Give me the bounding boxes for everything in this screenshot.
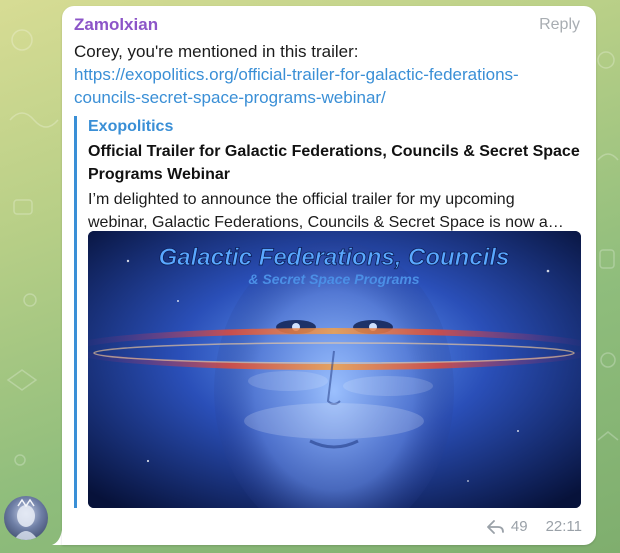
preview-description: I’m delighted to announce the official t… (88, 188, 580, 234)
preview-image-title: Galactic Federations, Councils (159, 244, 510, 271)
preview-image-subtitle: & Secret Space Programs (248, 271, 419, 287)
avatar-image (14, 498, 38, 540)
message-text: Corey, you're mentioned in this trailer:… (74, 40, 584, 109)
message-time: 22:11 (545, 518, 582, 535)
preview-title: Official Trailer for Galactic Federation… (88, 143, 580, 183)
preview-description-line-1: I’m delighted to announce the official t… (88, 191, 515, 208)
reply-button[interactable]: Reply (539, 16, 580, 34)
forward-arrow-icon[interactable] (486, 519, 505, 534)
message-meta: 49 22:11 (486, 518, 582, 535)
link-preview[interactable]: Exopolitics Official Trailer for Galacti… (74, 116, 585, 508)
forward-count: 49 (510, 518, 528, 535)
avatar[interactable] (4, 496, 48, 540)
message-body: Corey, you're mentioned in this trailer: (74, 42, 359, 61)
message-bubble[interactable]: Zamolxian Reply Corey, you're mentioned … (62, 6, 596, 545)
preview-image-art: Galactic Federations, Councils & Secret … (88, 231, 581, 508)
message-link[interactable]: https://exopolitics.org/official-trailer… (74, 65, 519, 107)
sender-name[interactable]: Zamolxian (74, 15, 158, 35)
preview-image[interactable]: Galactic Federations, Councils & Secret … (88, 231, 581, 508)
preview-site-name: Exopolitics (88, 118, 174, 135)
